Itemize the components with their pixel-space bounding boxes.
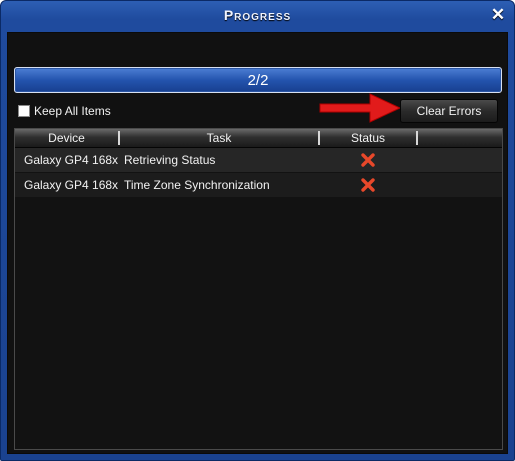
table-row[interactable]: Galaxy GP4 168x Time Zone Synchronizatio… [15, 173, 502, 197]
progress-label: 2/2 [247, 72, 269, 89]
keep-all-items-checkbox[interactable]: Keep All Items [18, 102, 111, 120]
column-header-task[interactable]: Task [120, 129, 318, 147]
device-cell: Galaxy GP4 168x [24, 153, 119, 167]
task-cell: Time Zone Synchronization [124, 178, 270, 192]
checkbox-box[interactable] [18, 105, 30, 117]
table-header: Device Task Status [15, 129, 502, 148]
device-cell: Galaxy GP4 168x [24, 178, 119, 192]
progress-table: Device Task Status Galaxy GP4 168x Retri… [14, 128, 503, 450]
error-x-icon [361, 153, 375, 167]
table-row[interactable]: Galaxy GP4 168x Retrieving Status [15, 148, 502, 172]
error-x-icon [361, 178, 375, 192]
window-title: Progress [223, 7, 292, 23]
progress-bar: 2/2 [14, 67, 502, 93]
title-bar[interactable]: Progress ✕ [1, 1, 514, 31]
red-arrow-icon [319, 93, 402, 123]
column-header-status[interactable]: Status [320, 129, 416, 147]
close-icon[interactable]: ✕ [490, 6, 506, 24]
keep-all-items-label: Keep All Items [34, 104, 111, 118]
dialog-content: 2/2 Keep All Items Clear Errors Device T… [7, 32, 508, 454]
progress-window: Progress ✕ 2/2 Keep All Items Clear Erro… [0, 0, 515, 461]
task-cell: Retrieving Status [124, 153, 216, 167]
clear-errors-button[interactable]: Clear Errors [400, 99, 498, 123]
column-header-device[interactable]: Device [15, 129, 118, 147]
column-header-extra [418, 129, 502, 147]
